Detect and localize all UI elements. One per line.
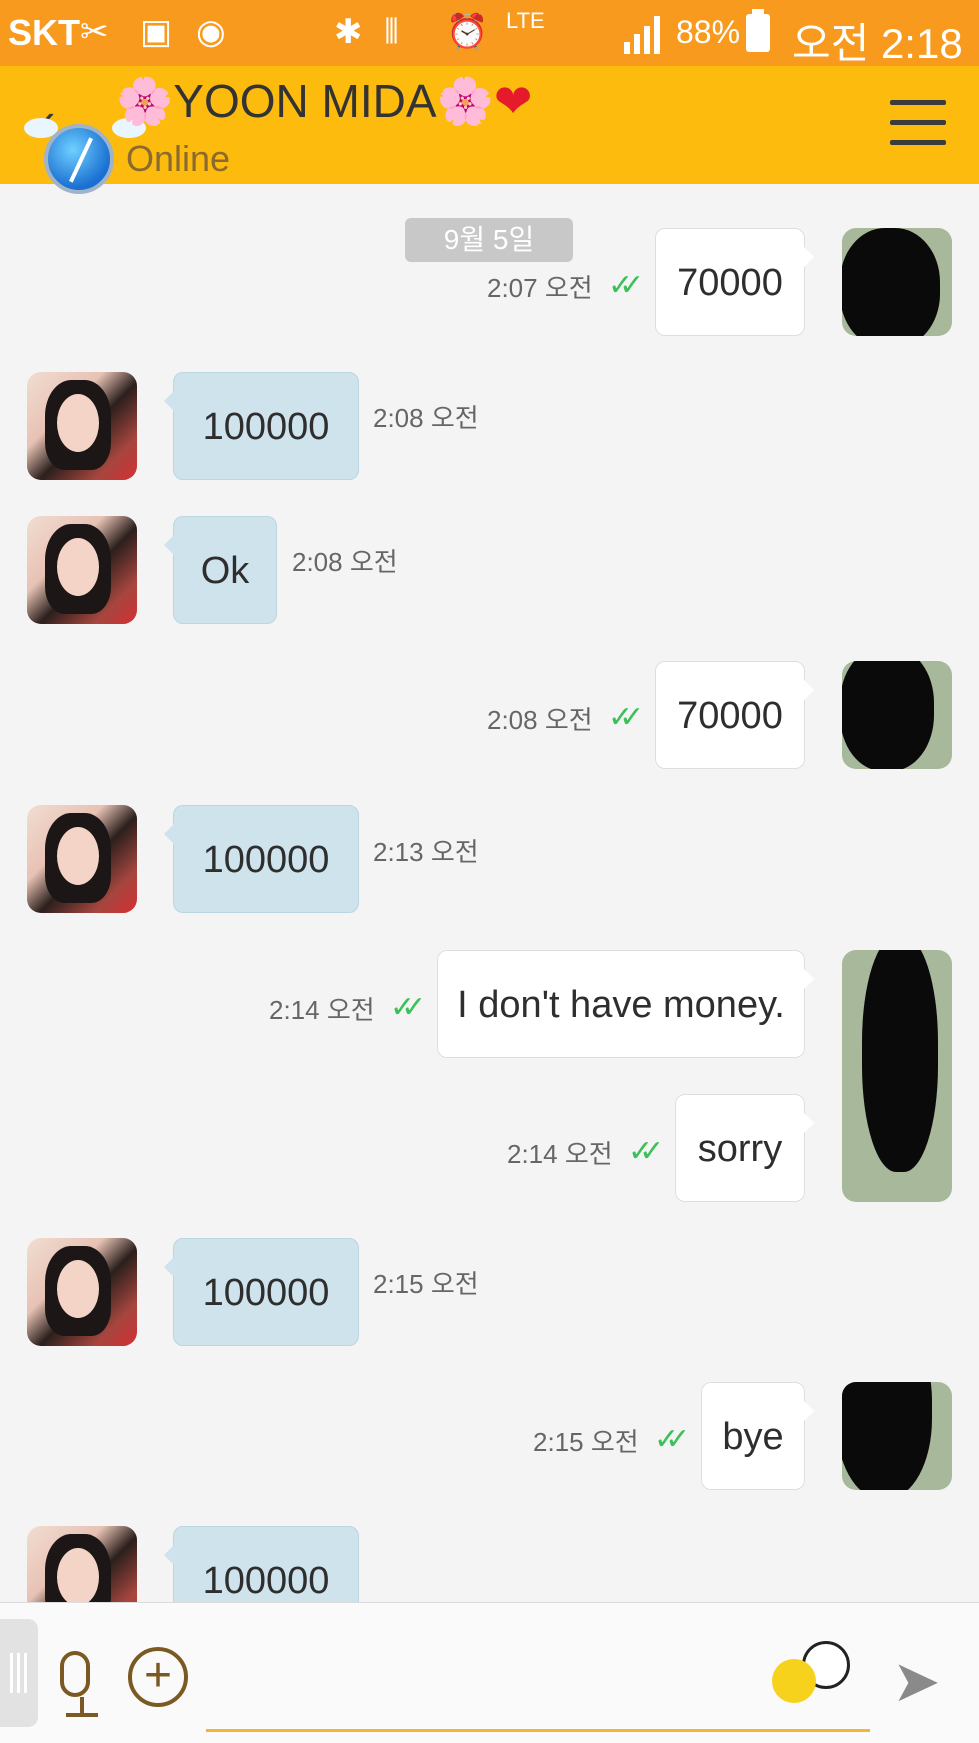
status-clock: 오전 2:18 [792, 20, 963, 67]
avatar-face [57, 827, 99, 885]
image-icon: ▣ [140, 13, 173, 51]
message-bubble-outgoing[interactable]: bye [701, 1382, 814, 1490]
contact-avatar[interactable] [27, 372, 137, 480]
chat-header: ‹ 🌸YOON MIDA🌸❤ Online [0, 66, 979, 194]
contact-avatar[interactable] [27, 1238, 137, 1346]
message-bubble-incoming[interactable]: 100000 [164, 1526, 359, 1602]
read-check-icon: ✓✓ [654, 1423, 690, 1456]
contact-avatar[interactable] [27, 805, 137, 913]
message-time: 2:13 오전 [373, 837, 479, 867]
contact-name: YOON MIDA [173, 75, 437, 127]
message-bubble-incoming[interactable]: Ok [164, 516, 277, 624]
chat-title: 🌸YOON MIDA🌸❤ [116, 74, 532, 129]
heart-icon: ❤ [493, 75, 533, 127]
read-check-icon: ✓✓ [628, 1135, 664, 1168]
send-icon[interactable]: ➤ [892, 1647, 941, 1715]
microphone-base [66, 1713, 98, 1717]
my-avatar[interactable] [842, 228, 952, 336]
read-check-icon: ✓✓ [390, 991, 426, 1024]
read-check-icon: ✓✓ [608, 701, 644, 734]
my-avatar[interactable] [842, 1382, 952, 1490]
app-icon: ◉ [196, 13, 226, 51]
alarm-icon: ⏰ [446, 13, 489, 51]
input-bar: + ➤ [0, 1602, 979, 1743]
microphone-icon[interactable] [60, 1651, 90, 1697]
message-bubble-outgoing[interactable]: sorry [675, 1094, 814, 1202]
message-time: 2:08 오전 [373, 403, 479, 433]
message-bubble-outgoing[interactable]: 70000 [655, 228, 814, 336]
avatar-face [57, 538, 99, 596]
message-time: 2:07 오전 [487, 273, 593, 303]
battery-icon [746, 9, 770, 52]
attach-plus-icon[interactable]: + [128, 1647, 188, 1707]
contact-avatar[interactable] [27, 516, 137, 624]
message-input[interactable] [206, 1633, 870, 1732]
message-list[interactable]: 9월 5일 70000 2:07 오전 ✓✓ 100000 2:08 오전 Ok… [0, 184, 979, 1602]
status-bar: SKT ✂ ▣ ◉ ✱ ⦀ ⏰ LTE 88% 오전 2:18 [0, 0, 979, 67]
network-label: LTE [506, 8, 545, 33]
contact-avatar[interactable] [27, 1526, 137, 1602]
message-bubble-incoming[interactable]: 100000 [164, 805, 359, 913]
drawer-handle[interactable] [0, 1619, 38, 1727]
message-time: 2:08 오전 [292, 547, 398, 577]
notification-icon: ✂ [80, 13, 109, 51]
read-check-icon: ✓✓ [608, 269, 644, 302]
redaction-scribble [842, 661, 934, 769]
redaction-scribble [842, 1382, 932, 1490]
vibrate-icon: ⦀ [384, 13, 399, 51]
bee-sticker [772, 1659, 816, 1703]
avatar-face [57, 1260, 99, 1318]
battery-percent: 88% [676, 14, 741, 50]
signal-icon [624, 16, 660, 54]
menu-icon[interactable] [890, 100, 946, 160]
my-avatar[interactable] [842, 661, 952, 769]
my-avatar[interactable] [842, 950, 952, 1202]
compass-needle [69, 137, 93, 183]
sticker-icon[interactable] [772, 1641, 850, 1705]
avatar-face [57, 1548, 99, 1602]
flower-icon: 🌸 [436, 75, 494, 127]
message-time: 2:15 오전 [373, 1269, 479, 1299]
redaction-scribble [862, 950, 938, 1172]
message-bubble-incoming[interactable]: 100000 [164, 1238, 359, 1346]
avatar-face [57, 394, 99, 452]
message-time: 2:14 오전 [507, 1139, 613, 1169]
flower-icon: 🌸 [116, 75, 174, 127]
online-status: Online [126, 138, 231, 179]
message-time: 2:14 오전 [269, 995, 375, 1025]
message-bubble-outgoing[interactable]: 70000 [655, 661, 814, 769]
redaction-scribble [842, 228, 940, 336]
message-time: 2:08 오전 [487, 705, 593, 735]
date-divider: 9월 5일 [405, 218, 573, 262]
message-bubble-incoming[interactable]: 100000 [164, 372, 359, 480]
message-bubble-outgoing[interactable]: I don't have money. [437, 950, 814, 1058]
bluetooth-icon: ✱ [334, 13, 363, 51]
carrier-label: SKT [8, 12, 80, 53]
message-time: 2:15 오전 [533, 1427, 639, 1457]
